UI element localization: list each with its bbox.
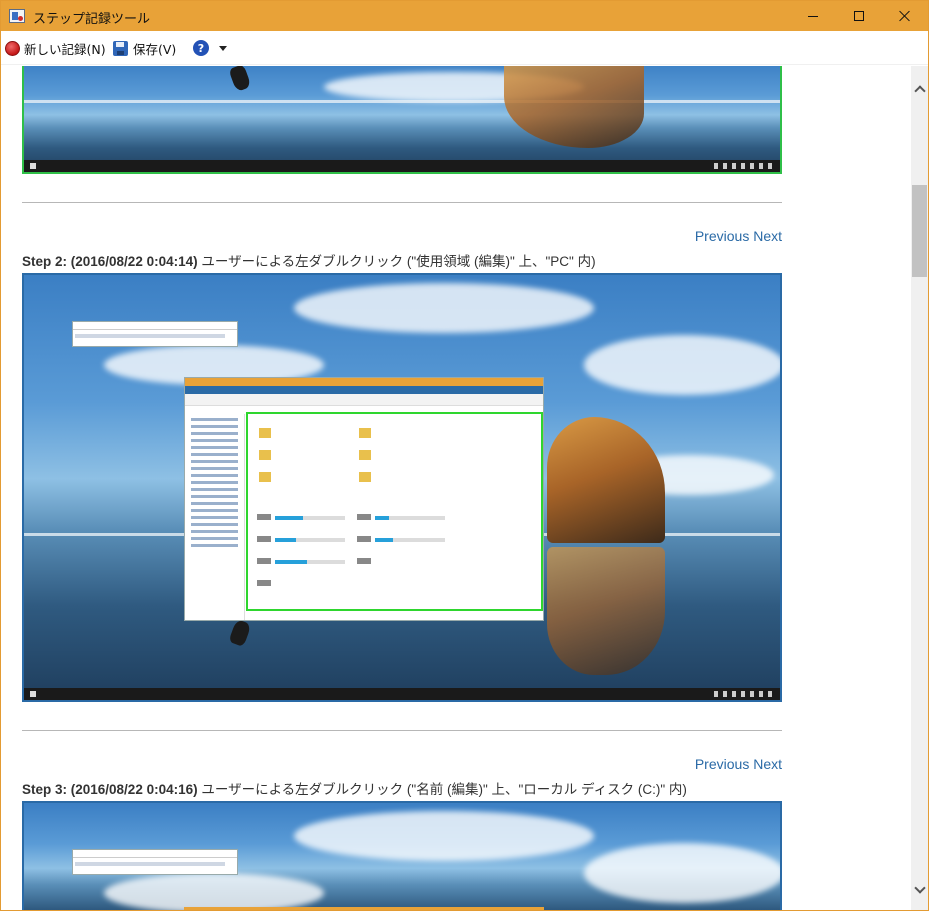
chevron-down-icon <box>913 881 926 894</box>
step-2-caption-text: ユーザーによる左ダブルクリック ("使用領域 (編集)" 上、"PC" 内) <box>197 254 596 269</box>
step-3-nav: Previous Next <box>695 756 782 772</box>
scroll-up-button[interactable] <box>911 80 928 97</box>
mini-steps-recorder <box>72 849 238 875</box>
taskbar <box>24 160 780 172</box>
new-record-label: 新しい記録(N) <box>24 41 106 57</box>
step-2-caption-prefix: Step 2: (2016/08/22 0:04:14) <box>22 254 198 269</box>
taskbar <box>24 688 780 700</box>
steps-content: Previous Next Step 2: (2016/08/22 0:04:1… <box>1 66 911 910</box>
close-button[interactable] <box>882 1 928 31</box>
steps-recorder-app-icon <box>9 9 25 23</box>
previous-link[interactable]: Previous <box>695 228 749 244</box>
help-button[interactable]: ? <box>193 39 227 57</box>
step-3-caption-text: ユーザーによる左ダブルクリック ("名前 (編集)" 上、"ローカル ディスク … <box>197 782 687 797</box>
help-icon: ? <box>193 40 209 56</box>
step-3-caption: Step 3: (2016/08/22 0:04:16) ユーザーによる左ダブル… <box>22 778 687 798</box>
scroll-thumb[interactable] <box>912 185 927 277</box>
step-3-screenshot <box>22 801 782 910</box>
next-link[interactable]: Next <box>753 228 782 244</box>
steps-recorder-window: ステップ記録ツール 新しい記録(N) 保存(V) ? Previous Next… <box>0 0 929 911</box>
minimize-icon <box>808 15 818 17</box>
close-icon <box>899 10 911 22</box>
previous-link[interactable]: Previous <box>695 756 749 772</box>
click-highlight-box <box>246 412 543 611</box>
step-1-screenshot <box>22 66 782 174</box>
scroll-down-button[interactable] <box>911 881 928 898</box>
step-3: Previous Next Step 3: (2016/08/22 0:04:1… <box>22 754 782 797</box>
step-divider <box>22 202 782 203</box>
save-label: 保存(V) <box>133 41 177 57</box>
record-icon <box>5 40 20 56</box>
maximize-button[interactable] <box>836 1 882 31</box>
next-link[interactable]: Next <box>753 756 782 772</box>
window-title: ステップ記録ツール <box>33 12 151 27</box>
step-2-nav: Previous Next <box>695 228 782 244</box>
step-2: Previous Next Step 2: (2016/08/22 0:04:1… <box>22 226 782 269</box>
vertical-scrollbar[interactable] <box>911 66 928 910</box>
help-dropdown-caret-icon[interactable] <box>219 45 227 51</box>
step-divider <box>22 730 782 731</box>
minimize-button[interactable] <box>790 1 836 31</box>
maximize-icon <box>854 11 864 21</box>
toolbar: 新しい記録(N) 保存(V) ? <box>1 31 928 65</box>
new-record-button[interactable]: 新しい記録(N) <box>5 39 106 57</box>
chevron-up-icon <box>913 84 926 97</box>
save-button[interactable]: 保存(V) <box>113 39 176 57</box>
mini-steps-recorder <box>72 321 238 347</box>
title-bar: ステップ記録ツール <box>1 1 928 31</box>
step-2-caption: Step 2: (2016/08/22 0:04:14) ユーザーによる左ダブル… <box>22 250 596 270</box>
step-2-screenshot <box>22 273 782 702</box>
step-3-caption-prefix: Step 3: (2016/08/22 0:04:16) <box>22 782 198 797</box>
save-icon <box>113 40 128 56</box>
